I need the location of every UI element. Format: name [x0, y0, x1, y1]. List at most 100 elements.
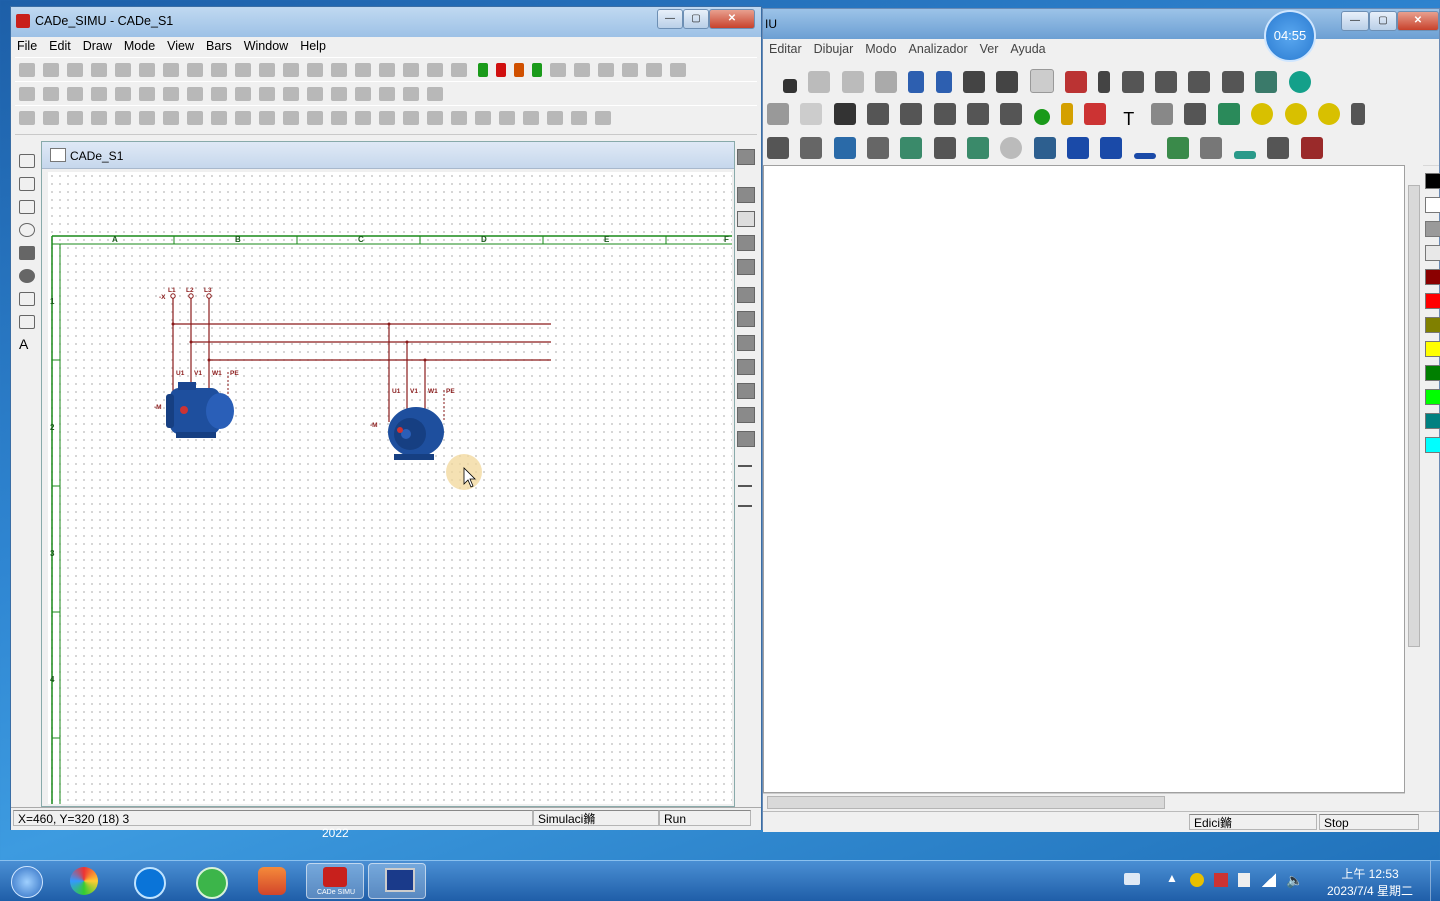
- maximize-button[interactable]: ▢: [1369, 11, 1397, 31]
- menu-analizador[interactable]: Analizador: [903, 39, 974, 59]
- side-tool-icon[interactable]: [737, 149, 755, 165]
- plc2-icon[interactable]: [574, 63, 591, 77]
- relay3-icon[interactable]: [933, 103, 956, 125]
- breaker-icon[interactable]: [43, 87, 59, 101]
- mirror-icon[interactable]: [427, 63, 443, 77]
- pencil-icon[interactable]: [1098, 71, 1111, 93]
- relay4-icon[interactable]: [967, 103, 990, 125]
- menu-view[interactable]: View: [161, 37, 200, 55]
- wire6-icon[interactable]: [139, 111, 155, 125]
- node3-icon[interactable]: [259, 87, 275, 101]
- piston-icon[interactable]: [833, 137, 856, 159]
- menu-ayuda[interactable]: Ayuda: [1004, 39, 1051, 59]
- motor-2[interactable]: [388, 407, 444, 460]
- menu-window[interactable]: Window: [238, 37, 294, 55]
- motor-1[interactable]: [166, 382, 234, 438]
- copy-icon[interactable]: [841, 71, 864, 93]
- tray-app-icon[interactable]: [1190, 873, 1204, 887]
- save-icon[interactable]: [67, 63, 83, 77]
- recording-timer[interactable]: 04:55: [1264, 10, 1316, 62]
- wire13-icon[interactable]: [307, 111, 323, 125]
- taskbar-app-2[interactable]: [122, 863, 176, 899]
- menu-draw[interactable]: Draw: [77, 37, 118, 55]
- filled-ellipse-icon[interactable]: [19, 269, 35, 283]
- ellipse-icon[interactable]: [19, 223, 35, 237]
- device2-icon[interactable]: [1188, 71, 1211, 93]
- side-tool-icon[interactable]: [737, 407, 755, 423]
- palette-swatch[interactable]: [1425, 437, 1440, 453]
- redo-icon[interactable]: [935, 71, 952, 93]
- wire16-icon[interactable]: [379, 111, 395, 125]
- mirror2-icon[interactable]: [451, 63, 467, 77]
- undo-icon[interactable]: [331, 63, 347, 77]
- fan-icon[interactable]: [1251, 103, 1274, 125]
- menu-edit[interactable]: Edit: [43, 37, 77, 55]
- menu-dibujar[interactable]: Dibujar: [808, 39, 860, 59]
- schematic-canvas[interactable]: A B C D E F 1 2 3 4 -X L1 L2 L3 U1 V1 W1…: [48, 172, 732, 804]
- conveyor-icon[interactable]: [767, 137, 789, 159]
- filled-rect-icon[interactable]: [19, 246, 35, 260]
- clock-time[interactable]: 上午 12:53: [1318, 865, 1422, 882]
- print-icon[interactable]: [91, 63, 107, 77]
- close-button[interactable]: ✕: [1397, 11, 1439, 31]
- palette-swatch[interactable]: [1425, 173, 1440, 189]
- palette-swatch[interactable]: [1425, 341, 1440, 357]
- save-icon[interactable]: [783, 79, 797, 93]
- wire-icon[interactable]: [19, 111, 35, 125]
- clock-date[interactable]: 2023/7/4 星期二: [1312, 882, 1428, 899]
- paste-icon[interactable]: [875, 71, 898, 93]
- lamp-icon[interactable]: [379, 87, 395, 101]
- menu-bars[interactable]: Bars: [200, 37, 238, 55]
- semaphore-icon[interactable]: [1061, 103, 1074, 125]
- grid-icon[interactable]: [1029, 69, 1054, 93]
- menu-help[interactable]: Help: [294, 37, 332, 55]
- component2-icon[interactable]: [996, 71, 1019, 93]
- wire21-icon[interactable]: [499, 111, 515, 125]
- text-tool-icon[interactable]: A: [19, 337, 33, 351]
- print-preview-icon[interactable]: [211, 63, 227, 77]
- cut-icon[interactable]: [115, 63, 131, 77]
- wire20-icon[interactable]: [475, 111, 491, 125]
- wire11-icon[interactable]: [259, 111, 275, 125]
- preview-icon[interactable]: [187, 63, 203, 77]
- terminal-icon[interactable]: [833, 103, 856, 125]
- side-line-icon[interactable]: [738, 505, 752, 507]
- fuse-icon[interactable]: [19, 87, 35, 101]
- pipe-icon[interactable]: [1133, 153, 1156, 159]
- find-icon[interactable]: [235, 63, 251, 77]
- relay5-icon[interactable]: [1000, 103, 1023, 125]
- zoom-out-icon[interactable]: [622, 63, 639, 77]
- side-tool-icon[interactable]: [737, 359, 755, 375]
- panel-icon[interactable]: [1033, 137, 1056, 159]
- help-icon[interactable]: [670, 63, 687, 77]
- wire17-icon[interactable]: [403, 111, 419, 125]
- stop-icon[interactable]: [496, 63, 507, 77]
- pump-icon[interactable]: [1167, 137, 1190, 159]
- sensor-icon[interactable]: [1184, 103, 1207, 125]
- palette-swatch[interactable]: [1425, 245, 1440, 261]
- start-button[interactable]: [2, 863, 52, 899]
- line-tool-icon[interactable]: [19, 177, 35, 191]
- maximize-button[interactable]: ▢: [683, 9, 709, 29]
- wire19-icon[interactable]: [451, 111, 467, 125]
- elevator-icon[interactable]: [1267, 137, 1290, 159]
- palette-swatch[interactable]: [1425, 365, 1440, 381]
- simulator-horizontal-scrollbar[interactable]: [763, 793, 1405, 810]
- taskbar-simulator[interactable]: [368, 863, 426, 899]
- wire2-icon[interactable]: [43, 111, 59, 125]
- motor-icon[interactable]: [139, 87, 155, 101]
- side-tool-icon[interactable]: [737, 211, 755, 227]
- menu-mode[interactable]: Mode: [118, 37, 161, 55]
- fan-in-icon[interactable]: [1284, 103, 1307, 125]
- grid-off-icon[interactable]: [1065, 71, 1088, 93]
- display-icon[interactable]: [1084, 103, 1107, 125]
- side-tool-icon[interactable]: [737, 287, 755, 303]
- side-tool-icon[interactable]: [737, 311, 755, 327]
- palette-swatch[interactable]: [1425, 269, 1440, 285]
- wire7-icon[interactable]: [163, 111, 179, 125]
- find2-icon[interactable]: [259, 63, 275, 77]
- wire24-icon[interactable]: [571, 111, 587, 125]
- press-icon[interactable]: [933, 137, 956, 159]
- contact2-icon[interactable]: [187, 87, 203, 101]
- paste-icon[interactable]: [163, 63, 179, 77]
